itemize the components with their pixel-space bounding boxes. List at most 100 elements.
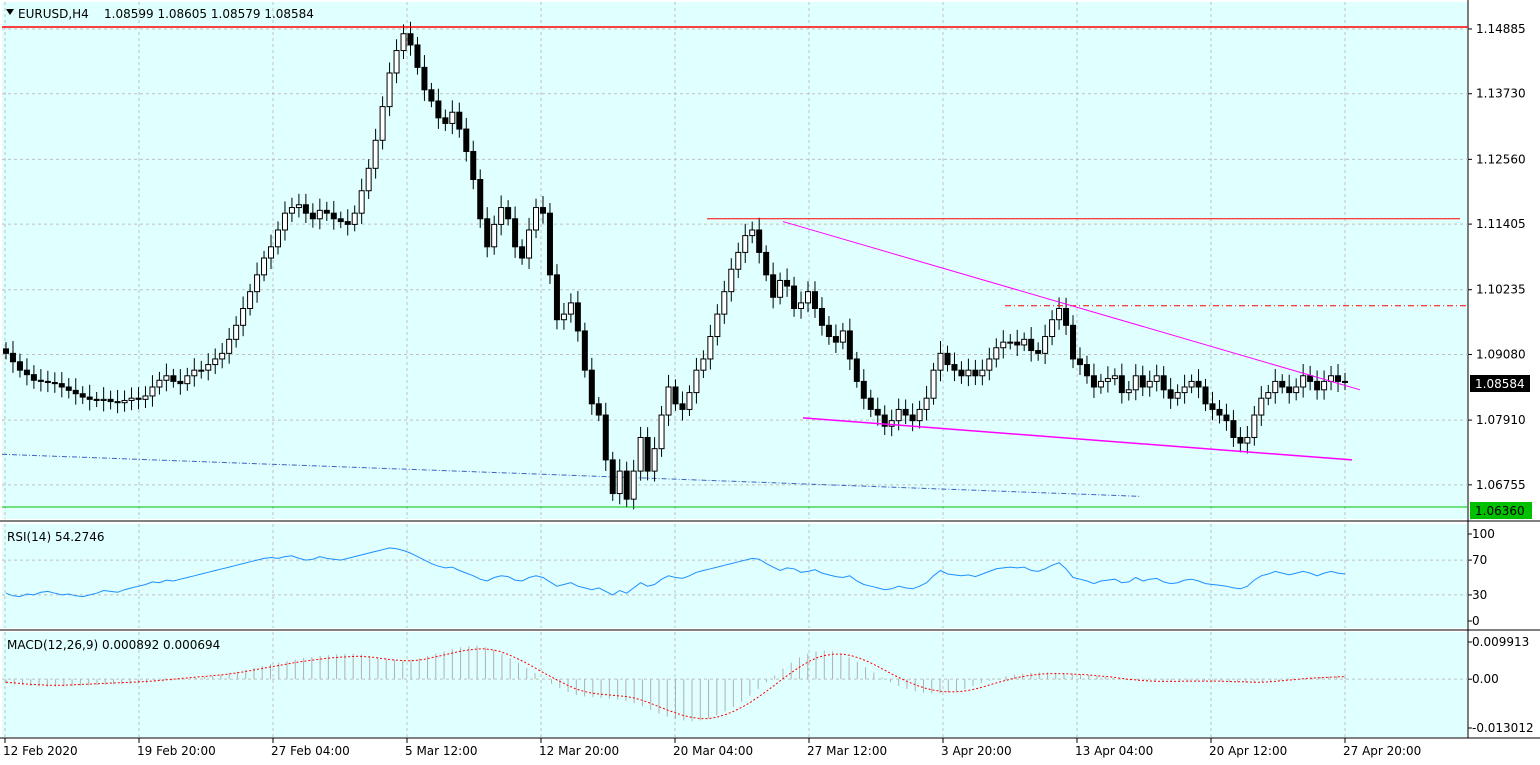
macd-title: MACD(12,26,9) 0.000892 0.000694 [7, 638, 220, 652]
candle-body [1007, 341, 1014, 344]
candle-body [1090, 375, 1097, 388]
candle-body [16, 361, 23, 371]
candle-body [519, 246, 526, 259]
candle-body [560, 313, 567, 321]
candle-body [1251, 414, 1258, 438]
candle-body [1342, 380, 1348, 384]
candle-body [567, 302, 574, 315]
candle-body [588, 369, 595, 405]
candle-body [1076, 358, 1083, 366]
candle-body [261, 257, 268, 276]
candle-body [240, 307, 247, 326]
rsi-tick-label: 100 [1472, 527, 1495, 541]
candle-body [1279, 380, 1286, 388]
candle-body [1097, 380, 1104, 388]
candle-body [1153, 375, 1160, 382]
time-tick-label: 20 Apr 12:00 [1209, 744, 1287, 758]
candle-body [156, 379, 163, 388]
candle-body [72, 389, 79, 395]
candle-body [191, 369, 198, 377]
candle-body [407, 33, 414, 46]
candle-body [1167, 389, 1174, 399]
candle-body [979, 369, 986, 377]
candle-body [1321, 380, 1328, 391]
candle-body [379, 106, 386, 141]
candle-body [805, 291, 812, 304]
candle-body [1042, 336, 1049, 354]
price-tick-label: 1.07910 [1476, 413, 1526, 427]
time-tick-label: 20 Mar 04:00 [673, 744, 753, 758]
candle-body [114, 401, 121, 404]
candle-body [735, 251, 742, 270]
candle-body [477, 179, 484, 220]
candle-body [714, 313, 721, 338]
candle-body [428, 89, 435, 102]
price-tick-label: 1.09080 [1476, 347, 1526, 361]
candle-body [1146, 380, 1153, 388]
candle-body [1111, 375, 1118, 380]
candle-body [1160, 375, 1167, 391]
candle-body [700, 358, 707, 371]
candle-body [358, 190, 365, 214]
time-tick-label: 27 Mar 12:00 [807, 744, 887, 758]
rsi-tick-label: 30 [1472, 588, 1487, 602]
candle-body [198, 369, 205, 372]
candle-body [895, 408, 902, 422]
macd-panel[interactable] [2, 632, 1468, 737]
candle-body [344, 221, 351, 225]
candle-body [930, 369, 937, 399]
time-tick-label: 12 Feb 2020 [3, 744, 78, 758]
candle-body [965, 369, 972, 377]
candle-body [372, 139, 379, 169]
candle-body [693, 369, 700, 394]
candle-body [128, 397, 135, 401]
candle-body [1244, 436, 1251, 444]
candle-body [784, 279, 791, 287]
candle-body [37, 379, 44, 382]
candle-body [1132, 375, 1139, 391]
candle-body [923, 397, 930, 410]
candle-body [1056, 307, 1063, 321]
candle-body [526, 229, 533, 259]
candle-body [533, 207, 540, 231]
candle-body [1028, 338, 1035, 352]
candle-body [337, 218, 344, 223]
candle-body [958, 369, 965, 377]
candle-body [491, 223, 498, 248]
candle-body [874, 408, 881, 416]
candle-body [9, 352, 16, 363]
candle-body [860, 380, 867, 399]
candle-body [1307, 375, 1314, 382]
candle-body [86, 396, 93, 400]
candle-body [288, 207, 295, 214]
candle-body [316, 209, 323, 220]
candle-body [512, 218, 519, 248]
candle-body [902, 408, 909, 416]
candle-body [1139, 375, 1146, 388]
candle-body [770, 274, 777, 298]
candle-body [602, 414, 609, 461]
candle-body [763, 251, 770, 276]
candle-body [268, 246, 275, 259]
candle-body [51, 382, 58, 385]
candle-body [1223, 414, 1230, 422]
candle-body [505, 207, 512, 220]
candle-body [170, 375, 177, 382]
candle-body [3, 348, 9, 354]
time-tick-label: 27 Feb 04:00 [271, 744, 350, 758]
candle-body [867, 397, 874, 410]
candle-body [993, 347, 1000, 360]
candle-body [463, 128, 470, 152]
candle-body [1125, 389, 1132, 394]
candle-body [247, 291, 254, 309]
candle-body [853, 358, 860, 382]
candle-body [665, 386, 672, 416]
candle-body [651, 448, 658, 472]
candle-body [623, 470, 630, 500]
chart-canvas: 1.14885 1.13730 1.12560 1.11405 1.10235 1.090… [0, 0, 1540, 765]
candle-body [644, 436, 651, 472]
candle-body [1286, 386, 1293, 394]
rsi-panel[interactable] [2, 524, 1468, 628]
candle-body [811, 291, 818, 309]
candle-body [281, 212, 288, 231]
